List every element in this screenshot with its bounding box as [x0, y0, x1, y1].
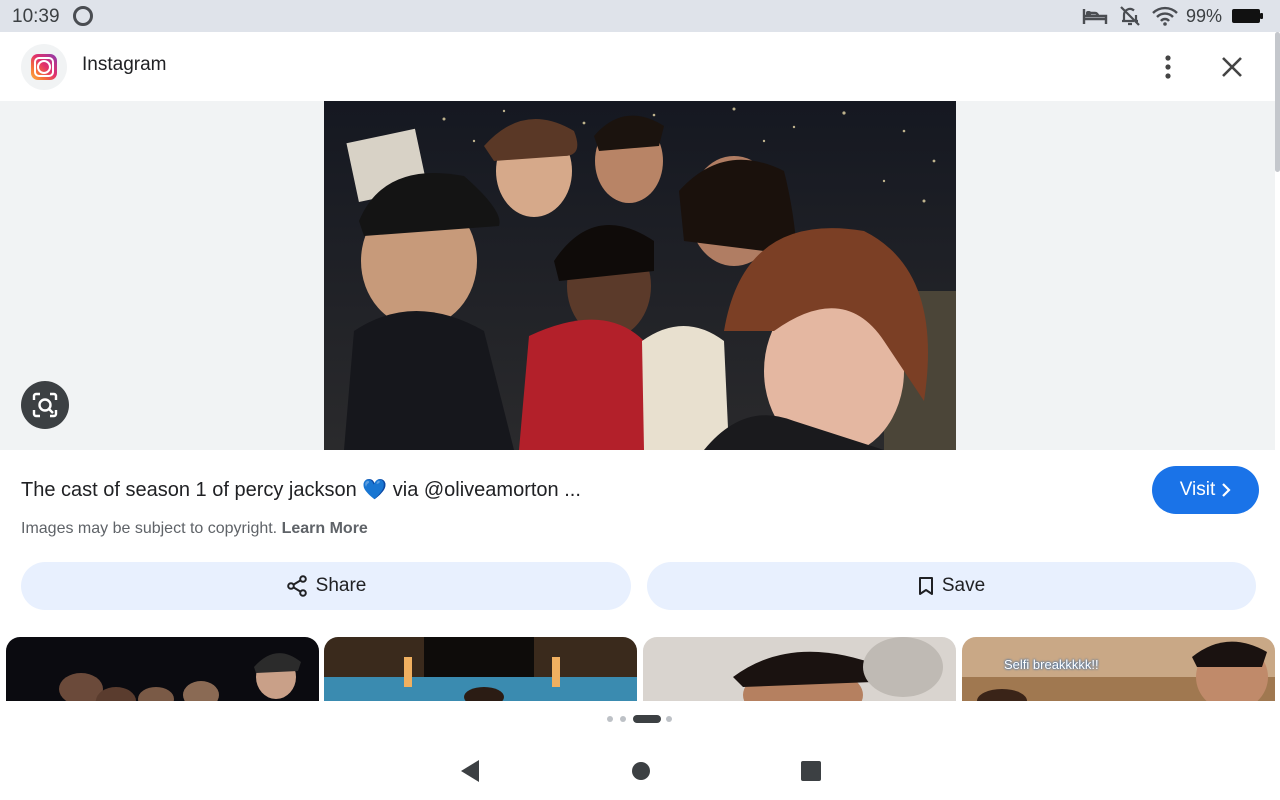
pager-dot-active[interactable] [633, 715, 661, 723]
circle-icon [73, 6, 93, 26]
bookmark-icon [918, 577, 933, 595]
visit-label: Visit [1179, 479, 1216, 500]
learn-more-link[interactable]: Learn More [282, 520, 368, 537]
wifi-icon [1152, 6, 1178, 26]
home-icon [632, 762, 650, 780]
back-icon [461, 760, 479, 782]
visit-button[interactable]: Visit [1152, 466, 1259, 514]
share-icon [286, 575, 307, 597]
related-thumb[interactable]: Selfi breakkkkk!! [962, 637, 1275, 701]
close-icon [1222, 57, 1242, 77]
close-button[interactable] [1212, 47, 1252, 87]
related-thumb[interactable] [324, 637, 637, 701]
source-logo[interactable] [21, 44, 67, 90]
related-thumb[interactable] [6, 637, 319, 701]
more-vert-icon [1165, 55, 1171, 79]
home-button[interactable] [626, 756, 656, 786]
thumb-overlay-text: Selfi breakkkkk!! [1004, 657, 1099, 672]
status-bar: 10:39 99% [0, 0, 1280, 32]
source-title[interactable]: Instagram [82, 54, 166, 76]
recents-button[interactable] [796, 756, 826, 786]
pager-dots [0, 713, 1280, 725]
bed-icon [1082, 6, 1108, 26]
recents-icon [801, 761, 821, 781]
share-label: Share [315, 575, 367, 596]
instagram-logo-icon [31, 54, 57, 80]
back-button[interactable] [455, 756, 485, 786]
copyright-text: Images may be subject to copyright. [21, 520, 278, 537]
related-images: Selfi breakkkkk!! [0, 637, 1280, 701]
image-caption[interactable]: The cast of season 1 of percy jackson 💙 … [21, 477, 581, 502]
main-photo[interactable] [324, 101, 956, 450]
lens-search-button[interactable] [21, 381, 69, 429]
navigation-bar [0, 740, 1280, 800]
related-thumb[interactable] [643, 637, 956, 701]
image-preview-area [0, 101, 1275, 450]
scrollbar[interactable] [1275, 32, 1280, 172]
status-time: 10:39 [12, 6, 60, 27]
pager-dot[interactable] [666, 716, 672, 722]
bell-off-icon [1118, 4, 1142, 28]
more-options-button[interactable] [1148, 47, 1188, 87]
app-header: Instagram [0, 32, 1280, 101]
status-icons: 99% [1082, 4, 1264, 28]
battery-percent: 99% [1185, 5, 1222, 26]
share-button[interactable]: Share [21, 562, 631, 610]
pager-dot[interactable] [620, 716, 626, 722]
lens-icon [32, 392, 58, 418]
battery-icon [1232, 8, 1264, 24]
chevron-right-icon [1222, 483, 1231, 497]
copyright-notice: Images may be subject to copyright. Lear… [21, 520, 368, 538]
save-label: Save [941, 575, 986, 596]
pager-dot[interactable] [607, 716, 613, 722]
save-button[interactable]: Save [647, 562, 1256, 610]
